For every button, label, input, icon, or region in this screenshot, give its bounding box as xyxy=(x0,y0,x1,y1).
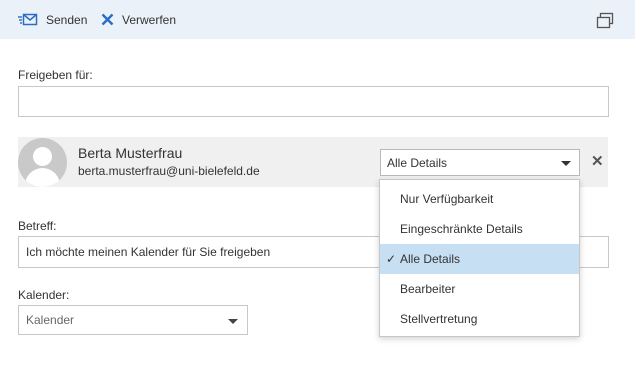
send-mail-icon xyxy=(18,13,38,27)
avatar xyxy=(18,138,67,187)
permission-option-editor[interactable]: Bearbeiter xyxy=(380,274,579,304)
chevron-down-icon xyxy=(561,161,571,166)
permission-option-all-details[interactable]: ✓ Alle Details xyxy=(380,244,579,274)
share-with-input[interactable] xyxy=(18,86,609,117)
permission-select[interactable]: Alle Details xyxy=(380,149,580,176)
calendar-placeholder: Kalender xyxy=(26,313,75,327)
recipient-email: berta.musterfrau@uni-bielefeld.de xyxy=(78,164,260,178)
discard-label: Verwerfen xyxy=(122,12,177,27)
remove-recipient-close-icon[interactable]: ✕ xyxy=(591,154,604,169)
subject-value: Ich möchte meinen Kalender für Sie freig… xyxy=(26,245,271,259)
permission-option-label: Alle Details xyxy=(400,252,461,266)
avatar-head xyxy=(33,147,52,166)
close-icon xyxy=(101,13,114,26)
send-label: Senden xyxy=(46,12,88,27)
permission-option-free-busy[interactable]: Nur Verfügbarkeit xyxy=(380,184,579,214)
permission-select-value: Alle Details xyxy=(387,155,448,170)
permission-option-delegate[interactable]: Stellvertretung xyxy=(380,304,579,334)
checkmark-icon: ✓ xyxy=(386,252,397,266)
calendar-label: Kalender: xyxy=(18,288,70,302)
popout-window-icon[interactable] xyxy=(596,12,614,29)
subject-label: Betreff: xyxy=(18,219,57,233)
toolbar: Senden Verwerfen xyxy=(0,0,635,39)
permission-dropdown: Nur Verfügbarkeit Eingeschränkte Details… xyxy=(379,179,580,337)
permission-option-label: Eingeschränkte Details xyxy=(400,222,523,236)
send-button[interactable]: Senden xyxy=(18,0,87,39)
chevron-down-icon xyxy=(228,319,238,324)
permission-option-label: Nur Verfügbarkeit xyxy=(400,192,494,206)
avatar-body xyxy=(25,168,60,187)
discard-button[interactable]: Verwerfen xyxy=(101,0,176,39)
permission-option-label: Bearbeiter xyxy=(400,282,456,296)
calendar-select[interactable]: Kalender xyxy=(18,305,248,335)
recipient-name: Berta Musterfrau xyxy=(78,145,183,161)
permission-option-label: Stellvertretung xyxy=(400,312,478,326)
share-with-label: Freigeben für: xyxy=(18,68,93,82)
permission-option-limited-details[interactable]: Eingeschränkte Details xyxy=(380,214,579,244)
